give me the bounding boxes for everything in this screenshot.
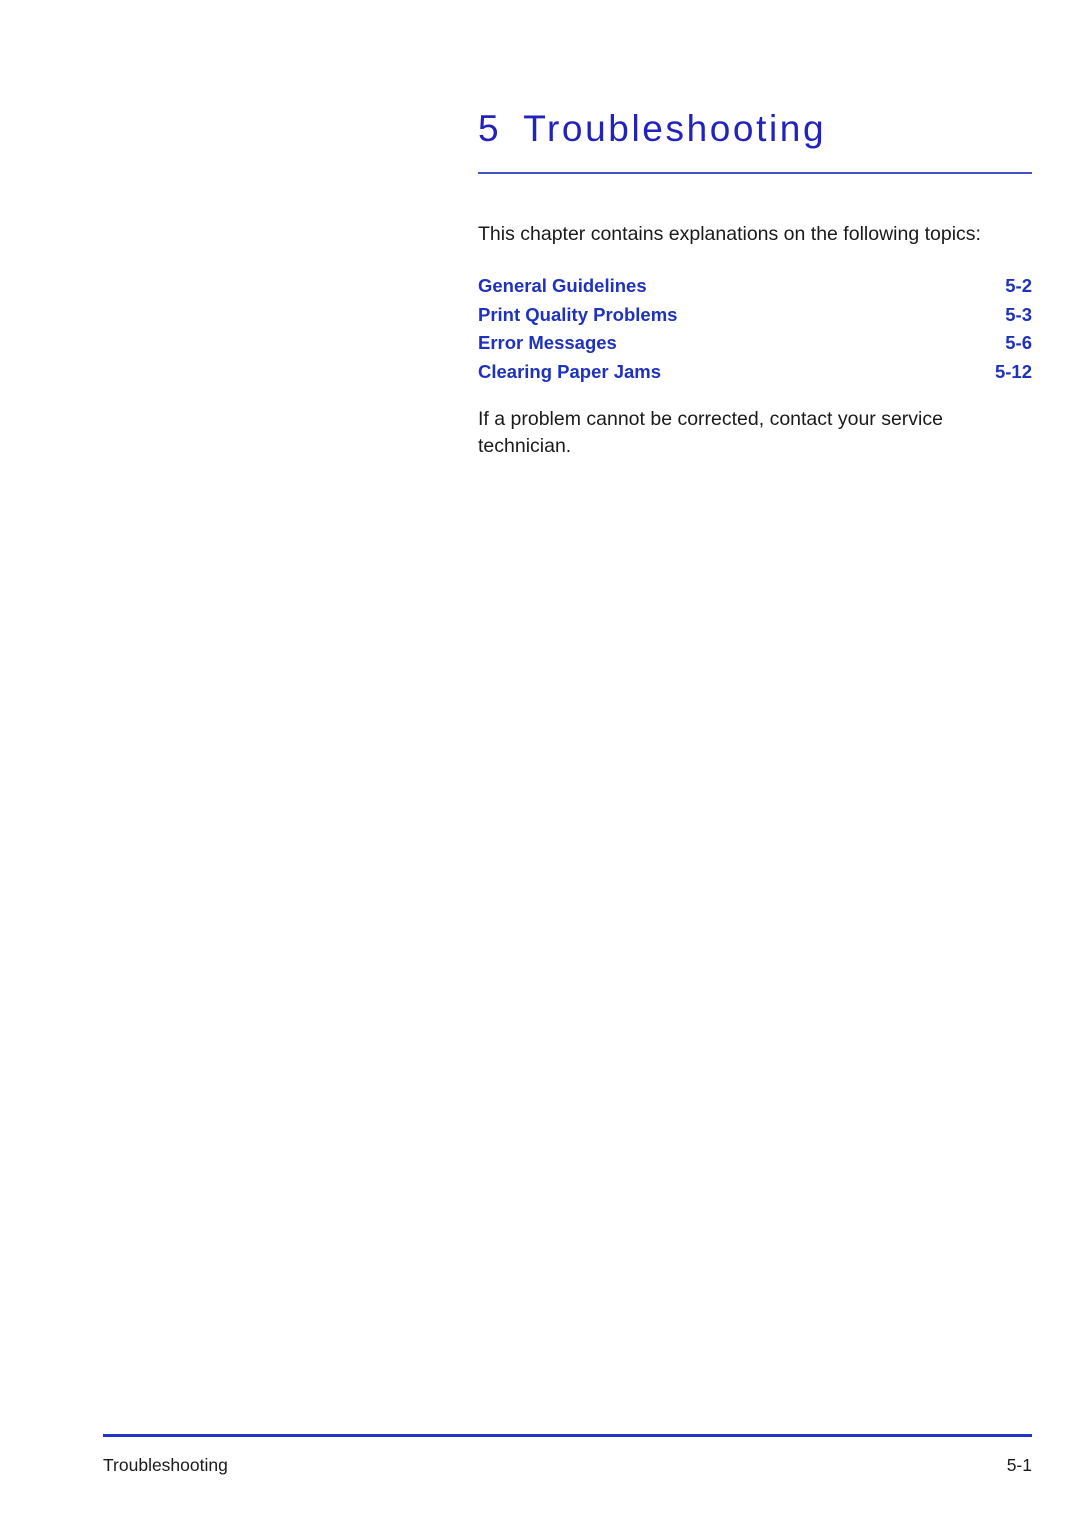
chapter-heading: 5 Troubleshooting	[478, 108, 1032, 151]
topics-list: General Guidelines 5-2 Print Quality Pro…	[478, 272, 1032, 386]
footer-divider	[103, 1434, 1032, 1437]
footer-page-number: 5-1	[1006, 1455, 1032, 1475]
page-footer: Troubleshooting 5-1	[103, 1455, 1032, 1476]
topic-label[interactable]: Clearing Paper Jams	[478, 358, 945, 387]
topic-page-number[interactable]: 5-12	[945, 358, 1032, 387]
topic-page-number[interactable]: 5-2	[945, 272, 1032, 301]
topic-label[interactable]: General Guidelines	[478, 272, 945, 301]
topic-page-number[interactable]: 5-6	[945, 329, 1032, 358]
chapter-number: 5	[478, 108, 502, 149]
footer-chapter-name: Troubleshooting	[103, 1455, 228, 1475]
topic-page-number[interactable]: 5-3	[945, 301, 1032, 330]
topic-label[interactable]: Error Messages	[478, 329, 945, 358]
chapter-title-divider	[478, 172, 1032, 174]
document-page: 5 Troubleshooting This chapter contains e…	[0, 0, 1080, 1527]
topic-row[interactable]: General Guidelines 5-2	[478, 272, 1032, 301]
intro-paragraph: This chapter contains explanations on th…	[478, 223, 981, 245]
page-title: 5 Troubleshooting	[478, 108, 1032, 151]
chapter-title-text: Troubleshooting	[523, 108, 827, 149]
topic-row[interactable]: Clearing Paper Jams 5-12	[478, 358, 1032, 387]
topic-row[interactable]: Print Quality Problems 5-3	[478, 301, 1032, 330]
topic-row[interactable]: Error Messages 5-6	[478, 329, 1032, 358]
closing-paragraph: If a problem cannot be corrected, contac…	[478, 408, 943, 457]
topic-label[interactable]: Print Quality Problems	[478, 301, 945, 330]
